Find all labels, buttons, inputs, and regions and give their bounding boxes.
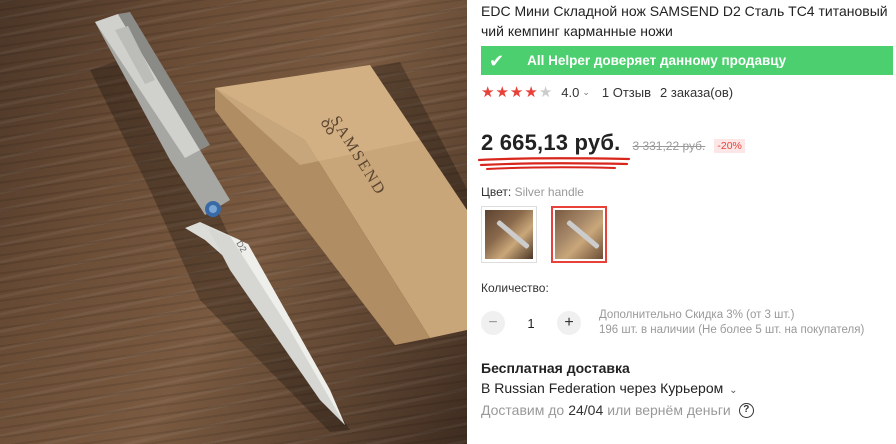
swatch-image: [485, 210, 533, 259]
color-label: Цвет:: [481, 185, 512, 199]
product-photo[interactable]: SAMSEND ꝺꝺ D2: [0, 0, 467, 444]
color-value: Silver handle: [514, 185, 584, 199]
star-filled-icon: ★: [495, 83, 509, 101]
rating-value[interactable]: 4.0: [561, 85, 579, 100]
old-price: 3 331,22 руб.: [632, 139, 706, 153]
star-empty-icon: ★: [538, 83, 553, 101]
quantity-info: Дополнительно Скидка 3% (от 3 шт.) 196 ш…: [599, 308, 864, 338]
color-options: [481, 206, 896, 263]
rating-stars: ★ ★ ★ ★ ★: [481, 85, 553, 100]
rating-row: ★ ★ ★ ★ ★ 4.0 ⌄ 1 Отзыв 2 заказа(ов): [481, 83, 896, 101]
quantity-label: Количество:: [481, 281, 549, 295]
delivery-estimate: Доставим до 24/04 или вернём деньги ?: [481, 402, 896, 418]
help-icon[interactable]: ?: [738, 402, 754, 418]
quantity-value[interactable]: 1: [505, 316, 557, 331]
seller-trust-banner: ✔ All Helper доверяет данному продавцу: [481, 46, 893, 75]
product-title: EDC Мини Складной нож SAMSEND D2 Сталь T…: [481, 1, 896, 41]
chevron-down-icon[interactable]: ⌄: [582, 87, 590, 98]
seller-trust-text: All Helper доверяет данному продавцу: [527, 53, 787, 68]
color-option-silver-handle[interactable]: [551, 206, 607, 263]
bulk-discount-note: Дополнительно Скидка 3% (от 3 шт.): [599, 309, 795, 321]
product-info: EDC Мини Складной нож SAMSEND D2 Сталь T…: [477, 0, 896, 418]
product-title-line1: EDC Мини Складной нож SAMSEND D2 Сталь T…: [481, 3, 888, 19]
knife-photo-illustration: SAMSEND ꝺꝺ D2: [90, 12, 467, 432]
quantity-decrease-button[interactable]: −: [481, 311, 505, 335]
color-option-black-handle[interactable]: [481, 206, 537, 263]
product-title-line2: чий кемпинг карманные ножи: [481, 23, 673, 39]
star-filled-icon: ★: [481, 83, 495, 101]
delivery-heading: Бесплатная доставка: [481, 360, 630, 376]
color-label-row: Цвет: Silver handle: [481, 185, 896, 199]
stock-note: 196 шт. в наличии (Не более 5 шт. на пок…: [599, 324, 865, 336]
delivery-date: 24/04: [568, 402, 604, 418]
delivery-destination[interactable]: В Russian Federation через Курьером: [481, 380, 723, 396]
delivery-when-suffix: или вернём деньги: [607, 402, 731, 418]
quantity-stepper: − 1 + Дополнительно Скидка 3% (от 3 шт.)…: [481, 308, 896, 338]
star-filled-icon: ★: [509, 83, 524, 101]
price-underline-mark: [477, 157, 631, 170]
swatch-image: [555, 210, 603, 259]
check-icon: ✔: [489, 50, 505, 71]
chevron-down-icon[interactable]: ⌄: [729, 385, 737, 396]
price-row: 2 665,13 руб. 3 331,22 руб. -20%: [477, 130, 896, 170]
reviews-link[interactable]: 1 Отзыв: [602, 85, 651, 100]
star-filled-icon: ★: [524, 83, 538, 101]
delivery-destination-row[interactable]: В Russian Federation через Курьером ⌄: [481, 380, 896, 396]
orders-count: 2 заказа(ов): [660, 84, 734, 100]
product-page: SAMSEND ꝺꝺ D2 EDC Мини Складной нож SAMS…: [0, 0, 896, 444]
delivery-when-prefix: Доставим до: [481, 402, 565, 418]
quantity-increase-button[interactable]: +: [557, 311, 581, 335]
discount-badge: -20%: [714, 139, 745, 153]
current-price: 2 665,13 руб.: [481, 130, 621, 155]
